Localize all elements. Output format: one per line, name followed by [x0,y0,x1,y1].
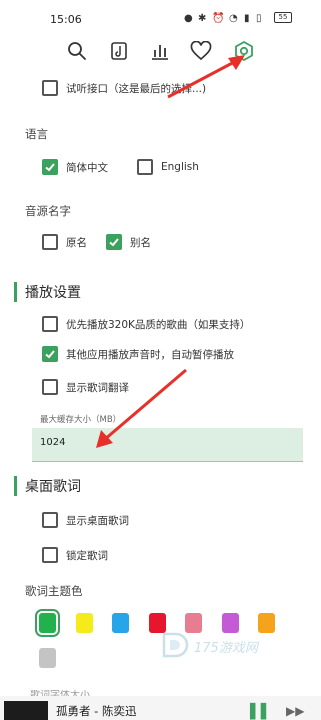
album-art[interactable] [4,701,48,720]
arrow-to-settings [167,58,239,99]
annotation-arrows [96,55,245,448]
play-icon[interactable]: ▌▌ [250,704,272,720]
player-bar[interactable]: 孤勇者 - 陈奕迅 ▌▌ ▶▶ [0,696,321,720]
arrow-to-cache [103,368,187,442]
now-playing-title[interactable]: 孤勇者 - 陈奕迅 [56,703,136,719]
next-icon[interactable]: ▶▶ [286,704,304,718]
